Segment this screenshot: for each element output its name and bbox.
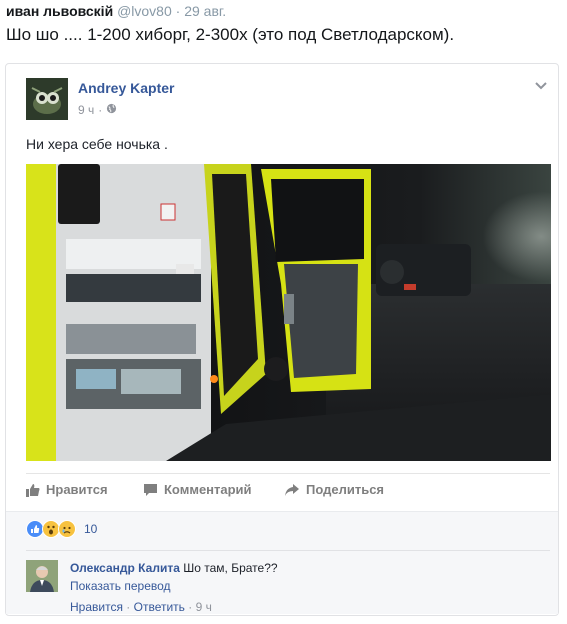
globe-icon bbox=[106, 103, 117, 117]
post-photo[interactable] bbox=[26, 164, 551, 461]
post-meta: 9 ч · bbox=[78, 103, 117, 117]
post-text: Ни хера себе ночька . bbox=[26, 136, 168, 152]
post-time[interactable]: 9 ч bbox=[78, 103, 94, 117]
reactions-and-comments: 10 Олександр Калита Шо там, Брате?? Пока… bbox=[6, 511, 558, 614]
comment-time[interactable]: 9 ч bbox=[196, 600, 212, 614]
comments-divider bbox=[26, 550, 550, 551]
comment-reply-link[interactable]: Ответить bbox=[134, 600, 185, 614]
tweet-header: иван львовскій @lvov80 · 29 авг. bbox=[6, 2, 226, 20]
post-author-name[interactable]: Andrey Kapter bbox=[78, 80, 174, 96]
comment-button-label: Комментарий bbox=[164, 482, 252, 497]
reaction-count: 10 bbox=[84, 522, 98, 536]
tweet-separator: · bbox=[175, 3, 181, 19]
comment-icon bbox=[143, 483, 158, 497]
reactions-summary[interactable]: 10 bbox=[26, 520, 97, 538]
comment-actions: Нравится · Ответить · 9 ч bbox=[70, 600, 212, 614]
like-button-label: Нравится bbox=[46, 482, 108, 497]
comment-button[interactable]: Комментарий bbox=[143, 482, 252, 497]
comment-author-avatar[interactable] bbox=[26, 560, 58, 592]
comment-body: Олександр Калита Шо там, Брате?? bbox=[70, 561, 278, 575]
tweet-author-name[interactable]: иван львовскій bbox=[6, 3, 113, 19]
comment-like-link[interactable]: Нравится bbox=[70, 600, 123, 614]
post-meta-separator: · bbox=[98, 103, 103, 117]
like-button[interactable]: Нравится bbox=[26, 482, 108, 497]
share-button[interactable]: Поделиться bbox=[284, 482, 384, 497]
chevron-down-icon[interactable] bbox=[534, 78, 548, 90]
sad-reaction-icon bbox=[58, 520, 76, 538]
post-divider bbox=[26, 473, 550, 474]
comment-actions-separator: · bbox=[126, 600, 131, 614]
share-arrow-icon bbox=[284, 483, 300, 497]
comment-text: Шо там, Брате?? bbox=[183, 561, 278, 575]
tweet-text: Шо шо .... 1-200 хиборг, 2-300х (это под… bbox=[6, 25, 455, 44]
tweet-date[interactable]: 29 авг. bbox=[184, 3, 226, 19]
comment-actions-separator: · bbox=[188, 600, 193, 614]
post-author-avatar[interactable] bbox=[26, 78, 68, 120]
share-button-label: Поделиться bbox=[306, 482, 385, 497]
show-translation-link[interactable]: Показать перевод bbox=[70, 579, 171, 593]
tweet-author-handle[interactable]: @lvov80 bbox=[117, 3, 172, 19]
embedded-facebook-post: Andrey Kapter 9 ч · Ни хера себе ночька … bbox=[5, 63, 559, 616]
thumbs-up-icon bbox=[26, 483, 40, 497]
comment-author-name[interactable]: Олександр Калита bbox=[70, 561, 180, 575]
